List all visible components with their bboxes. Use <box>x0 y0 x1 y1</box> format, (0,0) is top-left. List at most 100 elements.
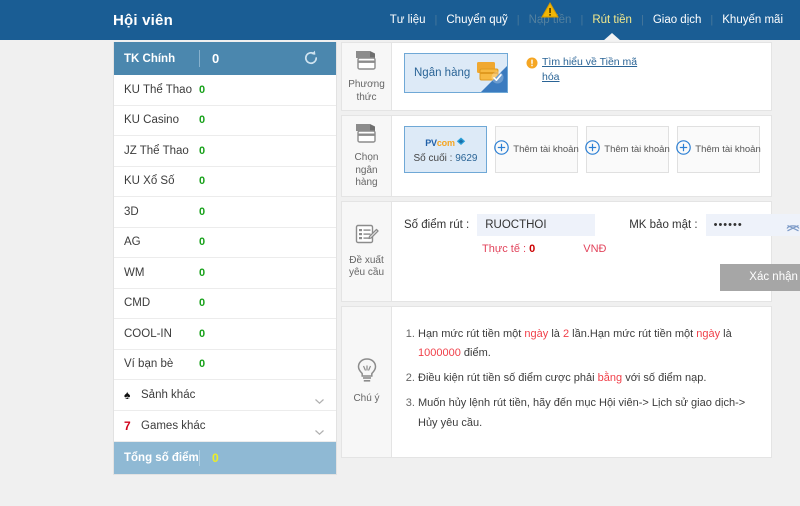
sidebar-row-3d[interactable]: 3D 0 <box>114 197 336 228</box>
currency-label: VNĐ <box>583 243 606 255</box>
row-value: 0 <box>199 114 205 126</box>
row-value: 0 <box>199 236 205 248</box>
sidebar-row-sanh-khac[interactable]: ♠ Sảnh khác <box>114 380 336 411</box>
refresh-icon[interactable] <box>302 49 320 67</box>
sidebar-row-cool-in[interactable]: COOL-IN 0 <box>114 319 336 350</box>
sidebar-row-ku-casino[interactable]: KU Casino 0 <box>114 106 336 137</box>
sidebar-row-ag[interactable]: AG 0 <box>114 228 336 259</box>
nav-item-rut-tien[interactable]: Rút tiền <box>583 0 641 40</box>
panel-request: Đề xuất yêu cầu Số điểm rút : MK bảo mật… <box>341 201 772 302</box>
row-label: Ví bạn bè <box>124 358 199 370</box>
password-field-wrapper <box>706 214 800 236</box>
request-form-row: Số điểm rút : MK bảo mật : <box>404 214 800 236</box>
divider <box>199 50 200 67</box>
confirm-button[interactable]: Xác nhận <box>720 264 800 291</box>
nav-label: Khuyến mãi <box>722 14 783 26</box>
row-label: KU Xổ Số <box>124 175 199 187</box>
add-account-label: Thêm tài khoản <box>604 144 669 155</box>
panel-request-label: Đề xuất yêu cầu <box>349 255 384 280</box>
actual-text: Thực tế : 0 <box>482 243 535 255</box>
note-item: Muốn hủy lệnh rút tiền, hãy đến mục Hội … <box>418 394 757 433</box>
plus-circle-icon <box>676 140 691 160</box>
main-account-label: TK Chính <box>124 53 199 65</box>
note-item: Hạn mức rút tiền một ngày là 2 lần.Hạn m… <box>418 325 757 364</box>
spade-icon: ♠ <box>124 388 141 402</box>
chevron-down-icon <box>315 391 324 396</box>
panel-notes-tab: Chú ý <box>342 307 392 457</box>
add-account-button-2[interactable]: Thêm tài khoản <box>586 126 669 173</box>
panel-choose-bank: Chọn ngân hàng PV com Số cuối : 9629 <box>341 115 772 197</box>
row-label: AG <box>124 236 199 248</box>
total-points-row: Tổng số điểm 0 <box>114 442 336 474</box>
add-account-button-3[interactable]: Thêm tài khoản <box>677 126 760 173</box>
notes-list: Hạn mức rút tiền một ngày là 2 lần.Hạn m… <box>398 325 757 433</box>
learn-crypto-text: Tìm hiểu về Tiền mã hóa <box>542 55 656 85</box>
clipboard-pencil-icon <box>354 223 380 252</box>
row-value: 0 <box>199 328 205 340</box>
last-label: Số cuối : <box>414 153 453 164</box>
nav-item-giao-dich[interactable]: Giao dịch <box>644 0 711 40</box>
nav-label: Tư liệu <box>390 14 426 26</box>
actual-amount-row: Thực tế : 0 VNĐ <box>482 243 800 255</box>
account-list: KU Thể Thao 0 KU Casino 0 JZ Thể Thao 0 … <box>114 75 336 380</box>
panel-method-label: Phương thức <box>348 79 385 104</box>
total-label: Tổng số điểm <box>124 452 199 464</box>
bank-account-card[interactable]: PV com Số cuối : 9629 <box>404 126 487 173</box>
row-label: WM <box>124 267 199 279</box>
main-account-row[interactable]: TK Chính 0 <box>114 42 336 75</box>
account-sidebar: TK Chính 0 KU Thể Thao 0 KU Casino 0 JZ … <box>113 42 337 475</box>
add-account-button-1[interactable]: Thêm tài khoản <box>495 126 578 173</box>
amount-input[interactable] <box>477 214 595 236</box>
row-value: 0 <box>199 84 205 96</box>
sidebar-row-cmd[interactable]: CMD 0 <box>114 289 336 320</box>
row-value: 0 <box>199 145 205 157</box>
nav-label: Chuyển quỹ <box>446 14 507 26</box>
panel-method-tab: Phương thức <box>342 43 392 110</box>
panel-notes: Chú ý Hạn mức rút tiền một ngày là 2 lần… <box>341 306 772 458</box>
row-value: 0 <box>199 206 205 218</box>
sidebar-row-jz-the-thao[interactable]: JZ Thể Thao 0 <box>114 136 336 167</box>
row-label: CMD <box>124 297 199 309</box>
actual-value: 0 <box>529 243 535 255</box>
check-icon <box>491 71 504 89</box>
page-body: TK Chính 0 KU Thể Thao 0 KU Casino 0 JZ … <box>0 40 800 475</box>
panel-choose-bank-tab: Chọn ngân hàng <box>342 116 392 196</box>
add-account-label: Thêm tài khoản <box>695 144 760 155</box>
eye-slash-icon[interactable] <box>786 219 800 237</box>
password-input[interactable] <box>706 214 776 236</box>
bank-account-last-digits: Số cuối : 9629 <box>414 153 478 164</box>
nav-item-nap-tien[interactable]: Nạp tiền <box>520 0 581 40</box>
row-label: KU Casino <box>124 114 199 126</box>
panel-notes-body: Hạn mức rút tiền một ngày là 2 lần.Hạn m… <box>392 307 771 457</box>
nav-item-khuyen-mai[interactable]: Khuyến mãi <box>713 0 792 40</box>
panel-method-body: Ngân hàng <box>392 43 771 110</box>
row-value: 0 <box>199 267 205 279</box>
sidebar-row-games-khac[interactable]: 7 Games khác <box>114 411 336 442</box>
active-nav-caret <box>603 33 621 41</box>
logo-com: com <box>437 138 455 148</box>
row-value: 0 <box>199 358 205 370</box>
pvcombank-logo-icon: PV com <box>425 136 466 150</box>
sidebar-row-ku-xo-so[interactable]: KU Xổ Số 0 <box>114 167 336 198</box>
panel-request-body: Số điểm rút : MK bảo mật : <box>392 202 800 301</box>
logo-pv: PV <box>425 138 437 148</box>
nav-item-chuyen-quy[interactable]: Chuyển quỹ <box>437 0 516 40</box>
sidebar-row-wm[interactable]: WM 0 <box>114 258 336 289</box>
sidebar-row-ku-the-thao[interactable]: KU Thể Thao 0 <box>114 75 336 106</box>
row-label: Sảnh khác <box>141 389 195 401</box>
row-label: 3D <box>124 206 199 218</box>
add-account-label: Thêm tài khoản <box>513 144 578 155</box>
plus-circle-icon <box>585 140 600 160</box>
main-account-value: 0 <box>212 51 219 66</box>
learn-crypto-link[interactable]: Tìm hiểu về Tiền mã hóa <box>526 55 656 85</box>
method-option-bank[interactable]: Ngân hàng <box>404 53 508 93</box>
nav-item-tu-lieu[interactable]: Tư liệu <box>381 0 435 40</box>
confirm-row: Xác nhận <box>404 255 800 291</box>
amount-label: Số điểm rút : <box>404 219 469 231</box>
main-content: Phương thức Ngân hàng <box>341 42 772 462</box>
row-label: KU Thể Thao <box>124 84 199 96</box>
plus-circle-icon <box>494 140 509 160</box>
row-value: 0 <box>199 297 205 309</box>
sidebar-row-vi-ban-be[interactable]: Ví bạn bè 0 <box>114 350 336 381</box>
total-value: 0 <box>212 451 219 465</box>
